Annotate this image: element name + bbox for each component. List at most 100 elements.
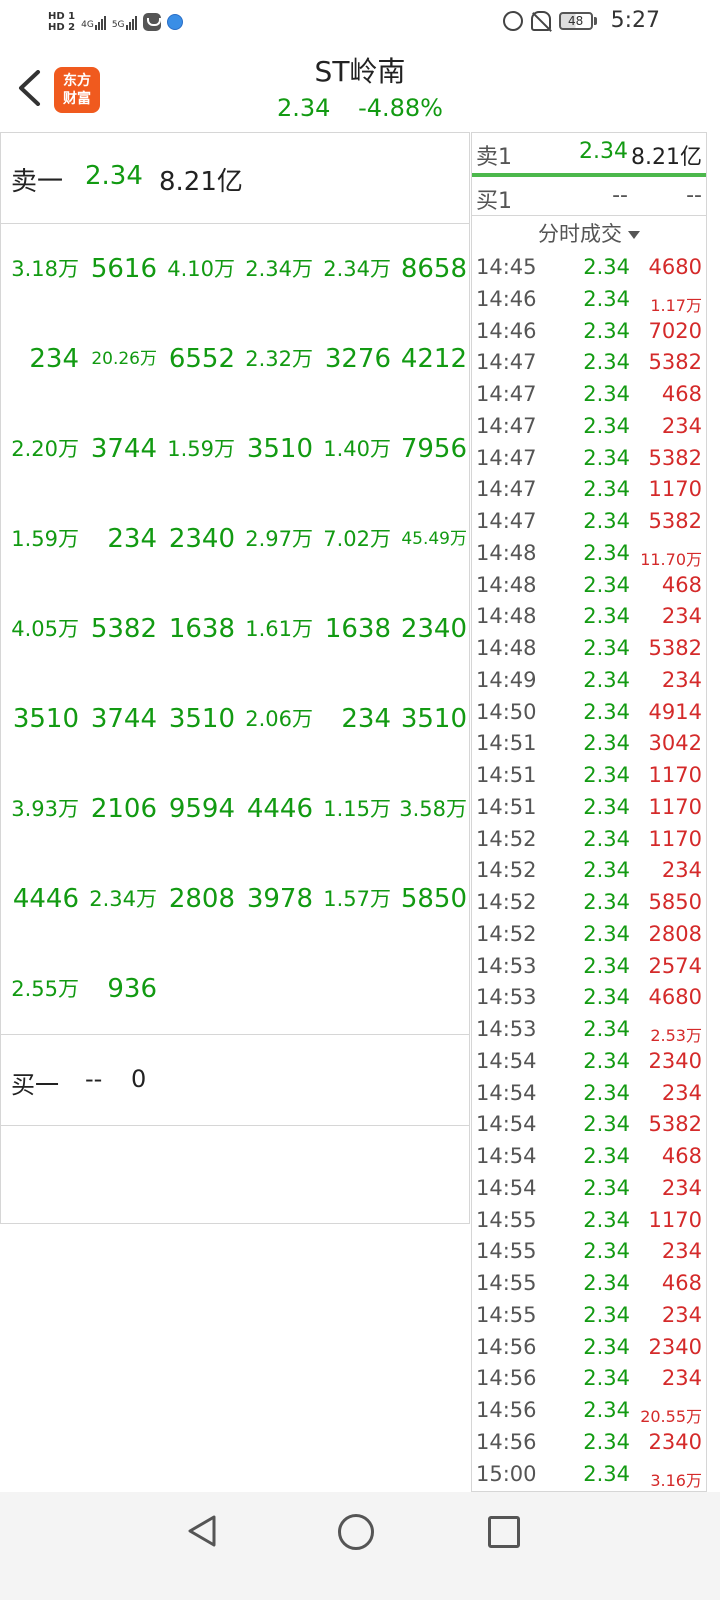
tape-price: 2.34 bbox=[583, 890, 630, 914]
tape-header-label: 分时成交 bbox=[538, 222, 622, 246]
tape-row: 14:51 2.34 1170 bbox=[472, 761, 706, 793]
tape-price: 2.34 bbox=[583, 667, 630, 692]
tape-volume: 468 bbox=[661, 1144, 702, 1168]
queue-cell: 4.05万 bbox=[11, 617, 79, 641]
tape-time: 14:56 bbox=[476, 1429, 537, 1454]
queue-row: 2.55万 936 bbox=[1, 944, 469, 1034]
tape-row: 14:52 2.34 5850 bbox=[472, 888, 706, 920]
tape-row: 14:54 2.34 234 bbox=[472, 1079, 706, 1111]
tape-row: 14:56 2.34 234 bbox=[472, 1364, 706, 1396]
tape-volume: 5382 bbox=[648, 445, 702, 470]
circle-home-icon[interactable] bbox=[338, 1514, 374, 1550]
tape-price: 2.34 bbox=[583, 1429, 630, 1454]
caret-down-icon bbox=[628, 231, 640, 239]
queue-cell: 1.15万 bbox=[323, 797, 391, 821]
tape-row: 14:55 2.34 1170 bbox=[472, 1206, 706, 1238]
net2-label: 5G bbox=[111, 20, 125, 30]
queue-row: 4446 2.34万 2808 3978 1.57万 5850 bbox=[1, 854, 469, 944]
tape-time: 14:47 bbox=[476, 413, 537, 438]
browser-icon bbox=[166, 14, 183, 30]
tape-header-dropdown[interactable]: 分时成交 bbox=[472, 217, 706, 251]
tape-volume: 234 bbox=[661, 1366, 702, 1391]
tape-price: 2.34 bbox=[583, 1017, 630, 1041]
queue-cell: 4.10万 bbox=[167, 257, 235, 281]
tape-volume: 20.55万 bbox=[640, 1407, 702, 1426]
sell1-row[interactable]: 卖一 2.34 8.21亿 bbox=[1, 133, 469, 224]
tape-volume: 5382 bbox=[648, 350, 702, 375]
tape-time: 14:51 bbox=[476, 731, 537, 756]
status-left: HD 1 HD 2 4G 5G bbox=[48, 4, 183, 40]
tape-volume: 2808 bbox=[648, 921, 702, 946]
queue-row: 3.18万 5616 4.10万 2.34万 2.34万 8658 bbox=[1, 224, 469, 314]
tape-volume: 4680 bbox=[648, 255, 702, 279]
tape-row: 14:56 2.34 2340 bbox=[472, 1333, 706, 1365]
tape-row: 14:51 2.34 3042 bbox=[472, 729, 706, 761]
tape-volume: 234 bbox=[661, 413, 702, 438]
clock: 5:27 bbox=[610, 8, 660, 33]
queue-cell: 2.34万 bbox=[323, 257, 391, 281]
battery-icon: 48 bbox=[558, 11, 597, 30]
tape-row: 14:52 2.34 2808 bbox=[472, 920, 706, 952]
tape-list[interactable]: 14:45 2.34 4680 14:46 2.34 1.17万 14:46 2.34 7020… bbox=[472, 253, 706, 1491]
queue-cell: 1.57万 bbox=[323, 887, 391, 911]
tape-volume: 234 bbox=[661, 858, 702, 883]
queue-cell: 234 bbox=[341, 704, 391, 734]
quote-sell1: 卖1 2.34 8.21亿 bbox=[472, 133, 706, 177]
tape-price: 2.34 bbox=[583, 763, 630, 787]
tape-price: 2.34 bbox=[583, 858, 630, 883]
tape-price: 2.34 bbox=[583, 382, 630, 406]
tape-time: 15:00 bbox=[476, 1461, 537, 1486]
queue-cell: 2.32万 bbox=[245, 347, 313, 371]
current-price: 2.34 bbox=[277, 94, 331, 122]
queue-cell: 20.26万 bbox=[91, 349, 157, 369]
quote-sell1-volume: 8.21亿 bbox=[631, 145, 702, 170]
sim-indicator: HD 1 HD 2 bbox=[48, 11, 75, 33]
quote-buy1: 买1 -- -- bbox=[472, 177, 706, 216]
queue-cell: 7.02万 bbox=[323, 527, 391, 551]
tape-time: 14:56 bbox=[476, 1398, 537, 1422]
queue-cell: 3276 bbox=[324, 344, 391, 374]
queue-cell: 4212 bbox=[400, 344, 467, 374]
queue-cell: 2.97万 bbox=[245, 527, 313, 551]
sell1-volume: 8.21亿 bbox=[159, 167, 243, 197]
tape-price: 2.34 bbox=[583, 1144, 630, 1168]
tape-time: 14:54 bbox=[476, 1048, 537, 1073]
queue-cell: 3744 bbox=[90, 704, 157, 734]
tape-volume: 234 bbox=[661, 1302, 702, 1327]
queue-cell: 2106 bbox=[90, 794, 157, 824]
stock-title: ST岭南 bbox=[314, 55, 406, 88]
tape-volume: 468 bbox=[661, 1271, 702, 1295]
triangle-back-icon[interactable] bbox=[186, 1514, 220, 1548]
tape-volume: 2340 bbox=[648, 1429, 702, 1454]
tape-row: 14:55 2.34 468 bbox=[472, 1269, 706, 1301]
tape-price: 2.34 bbox=[583, 1207, 630, 1232]
tape-row: 14:47 2.34 5382 bbox=[472, 348, 706, 380]
order-queue-panel: 卖一 2.34 8.21亿 3.18万 5616 4.10万 2.34万 2.34万 86… bbox=[0, 132, 470, 1224]
tape-price: 2.34 bbox=[583, 826, 630, 851]
queue-cell: 3.18万 bbox=[11, 257, 79, 281]
tape-row: 14:47 2.34 234 bbox=[472, 412, 706, 444]
queue-cell: 2.34万 bbox=[89, 887, 157, 911]
square-recent-icon[interactable] bbox=[488, 1516, 520, 1548]
tape-volume: 234 bbox=[661, 1239, 702, 1264]
tape-price: 2.34 bbox=[583, 1271, 630, 1295]
message-app-icon bbox=[142, 13, 161, 31]
queue-cell: 5616 bbox=[90, 254, 157, 284]
tape-time: 14:55 bbox=[476, 1271, 537, 1295]
tape-time: 14:47 bbox=[476, 445, 537, 470]
buy1-row[interactable]: 买一 -- 0 bbox=[1, 1035, 469, 1126]
quote-sell1-label: 卖1 bbox=[476, 145, 512, 170]
tape-time: 14:54 bbox=[476, 1112, 537, 1137]
tape-time: 14:55 bbox=[476, 1302, 537, 1327]
tape-time: 14:50 bbox=[476, 699, 537, 724]
tape-price: 2.34 bbox=[583, 953, 630, 978]
queue-row: 3510 3744 3510 2.06万 234 3510 bbox=[1, 674, 469, 764]
tape-volume: 1170 bbox=[648, 477, 702, 502]
order-queue-grid: 3.18万 5616 4.10万 2.34万 2.34万 8658 234 20.26万 655… bbox=[1, 224, 469, 1035]
sim1-label: HD 1 bbox=[48, 11, 76, 22]
tape-time: 14:53 bbox=[476, 953, 537, 978]
queue-cell: 4446 bbox=[12, 884, 79, 914]
tape-row: 14:52 2.34 1170 bbox=[472, 825, 706, 857]
quote-buy1-price: -- bbox=[612, 183, 628, 208]
sim2-label: HD 2 bbox=[48, 22, 76, 33]
